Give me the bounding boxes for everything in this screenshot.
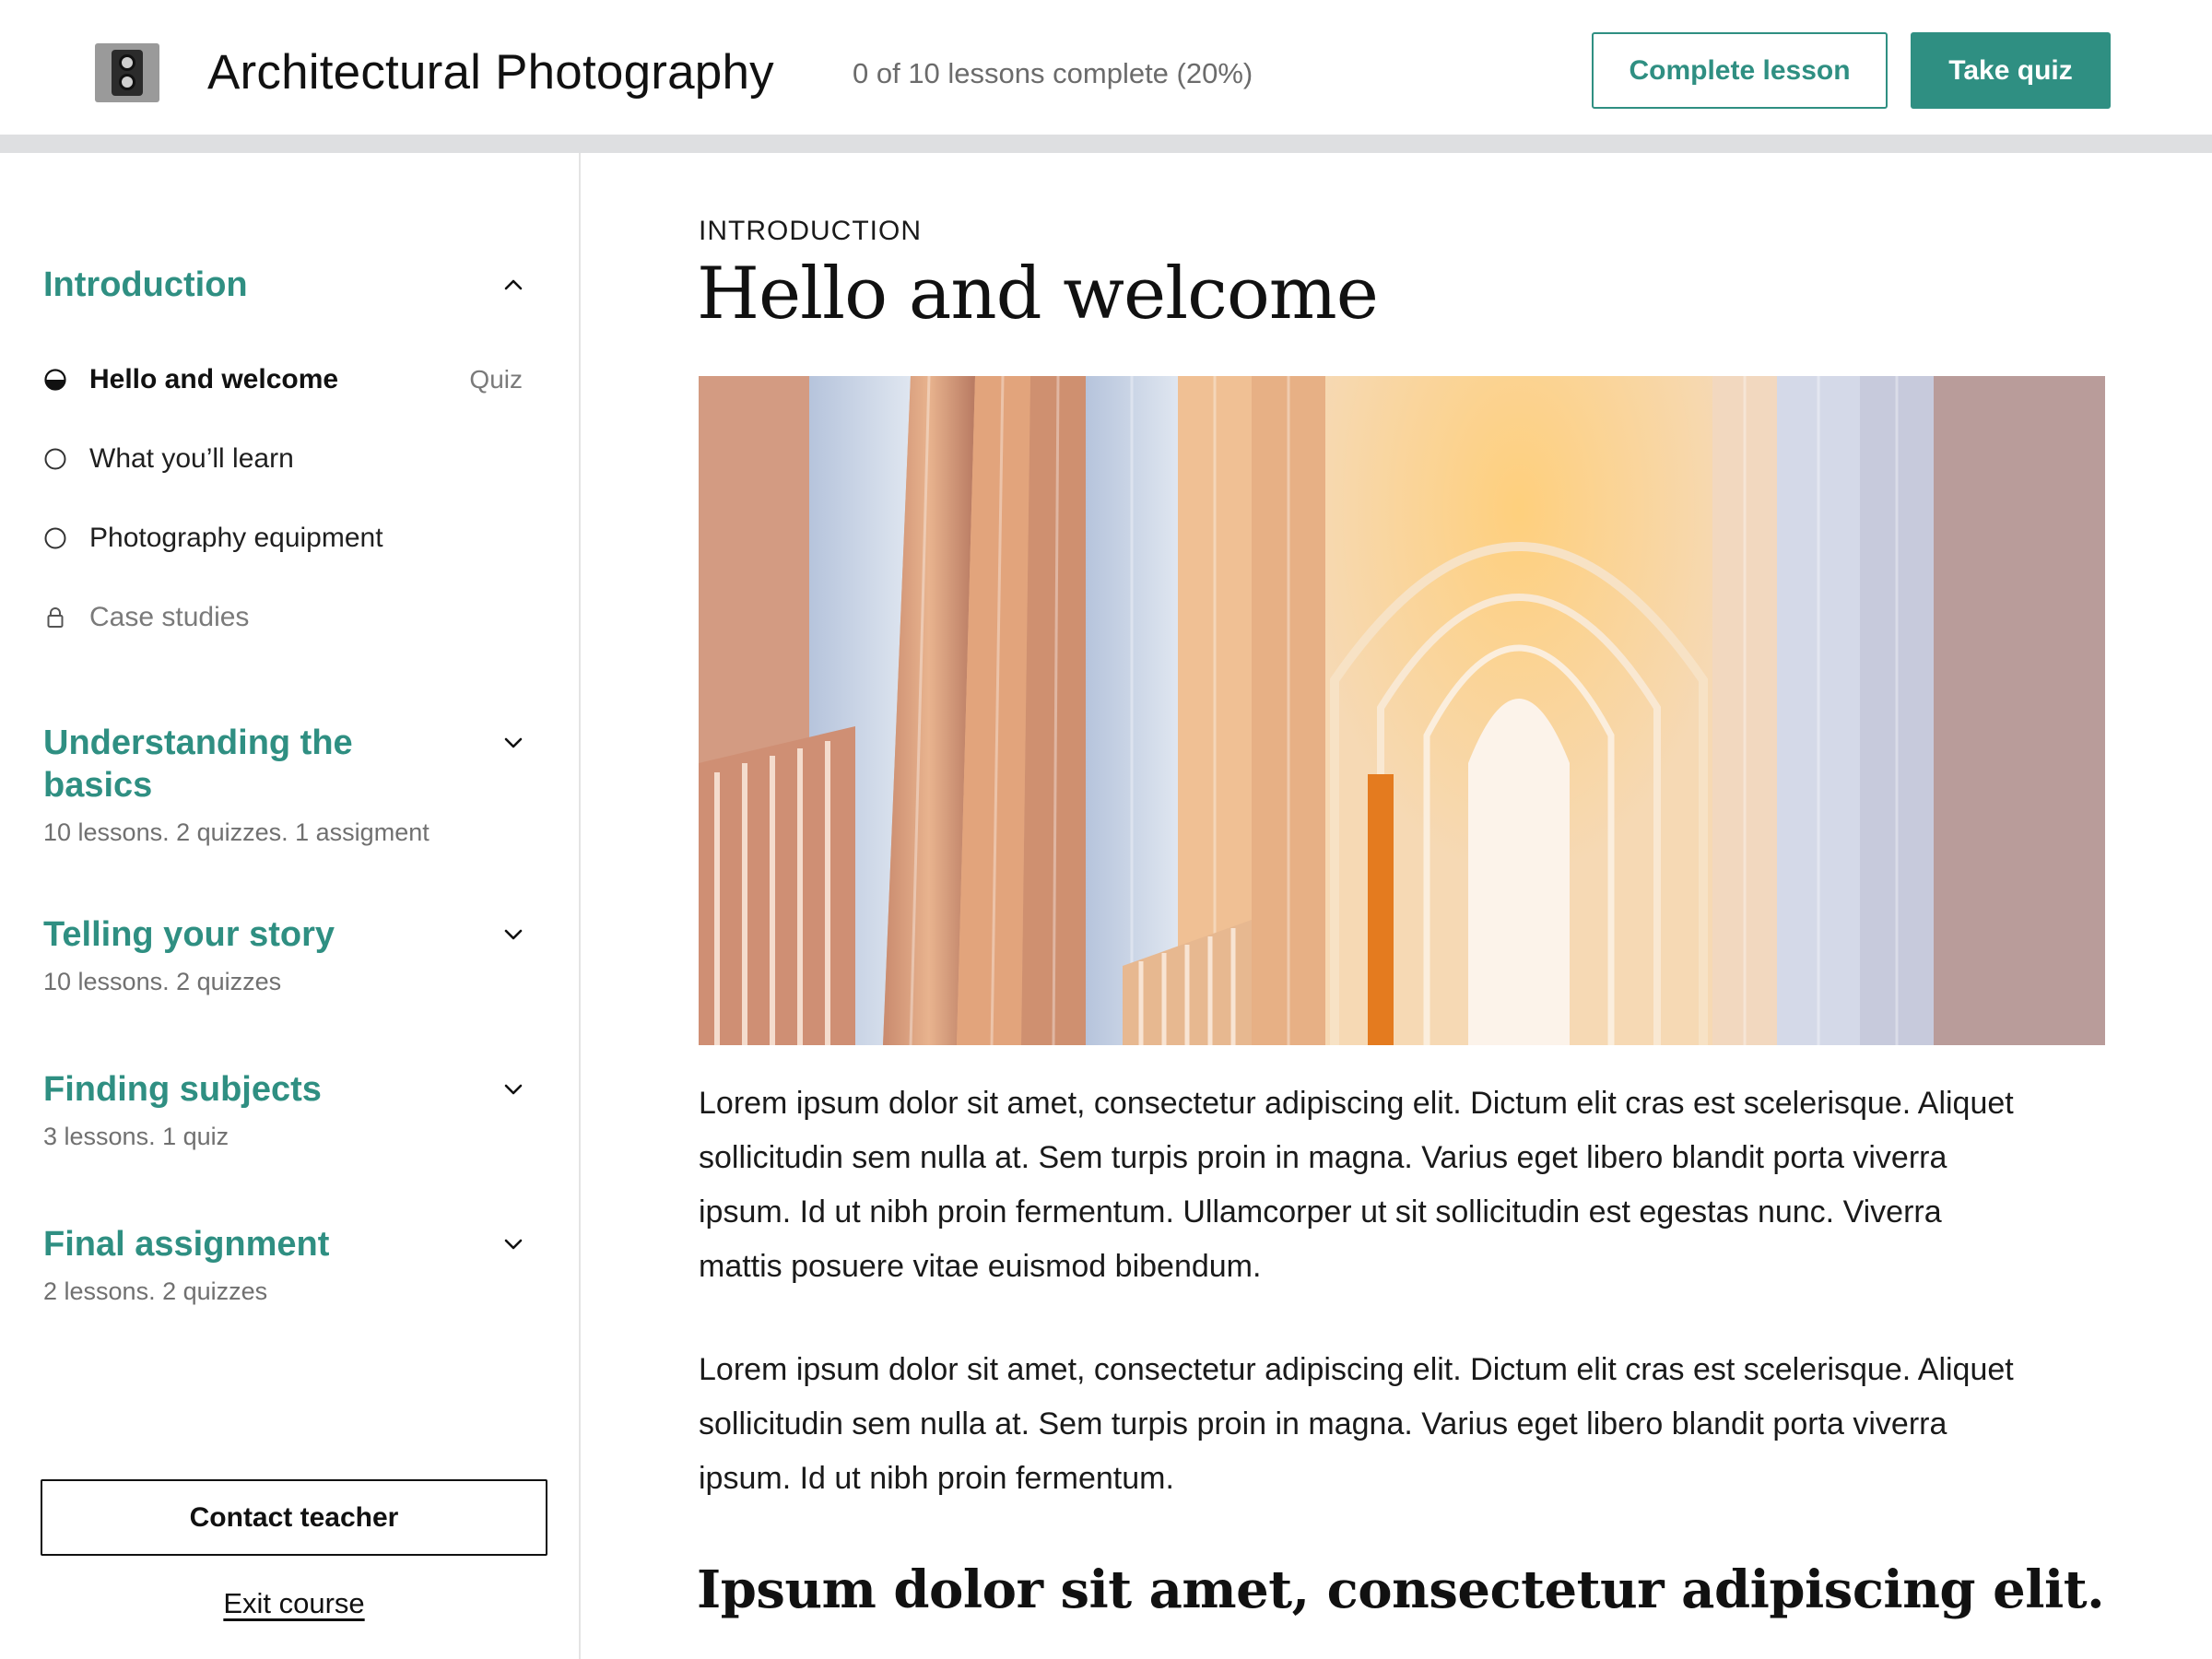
section-meta: 2 lessons. 2 quizzes: [43, 1277, 268, 1305]
lock-icon: [43, 604, 71, 631]
course-title: Architectural Photography: [207, 45, 774, 100]
body-paragraph: Lorem ipsum dolor sit amet, consectetur …: [699, 1352, 2014, 1496]
body-paragraph: Lorem ipsum dolor sit amet, consectetur …: [699, 1086, 2014, 1284]
lesson-item-hello-and-welcome[interactable]: Hello and welcome Quiz: [43, 359, 523, 400]
take-quiz-button[interactable]: Take quiz: [1911, 32, 2111, 109]
section-title: Understanding the basics: [43, 724, 353, 805]
camera-icon: [95, 43, 159, 102]
lesson-label: Hello and welcome: [89, 364, 339, 394]
course-progress-bar: [0, 135, 2212, 153]
contact-teacher-button[interactable]: Contact teacher: [41, 1479, 547, 1556]
top-bar: Architectural Photography 0 of 10 lesson…: [0, 0, 2212, 135]
empty-circle-icon: [43, 524, 71, 552]
lesson-label: What you’ll learn: [89, 443, 294, 474]
chevron-down-icon[interactable]: [495, 722, 532, 764]
chevron-down-icon[interactable]: [495, 1223, 532, 1265]
lesson-title: Hello and welcome: [697, 253, 1379, 335]
chevron-down-icon[interactable]: [495, 913, 532, 956]
section-telling-your-story[interactable]: Telling your story: [43, 913, 532, 956]
section-meta: 3 lessons. 1 quiz: [43, 1123, 229, 1150]
lesson-label: Photography equipment: [89, 523, 383, 553]
empty-circle-icon: [43, 445, 71, 473]
lesson-label: Case studies: [89, 602, 250, 632]
lesson-item-case-studies: Case studies: [43, 597, 523, 638]
complete-lesson-button[interactable]: Complete lesson: [1592, 32, 1888, 109]
section-meta: 10 lessons. 2 quizzes: [43, 968, 282, 995]
lesson-item-photography-equipment[interactable]: Photography equipment: [43, 518, 523, 559]
section-introduction[interactable]: Introduction: [43, 264, 532, 306]
section-title: Final assignment: [43, 1225, 330, 1264]
section-meta: 10 lessons. 2 quizzes. 1 assigment: [43, 818, 429, 846]
section-understanding-the-basics[interactable]: Understanding the basics: [43, 722, 532, 806]
progress-text: 0 of 10 lessons complete (20%): [853, 57, 1253, 89]
quiz-tag: Quiz: [469, 365, 523, 394]
section-title: Finding subjects: [43, 1070, 322, 1109]
lesson-item-what-youll-learn[interactable]: What you’ll learn: [43, 439, 523, 479]
section-title: Introduction: [43, 265, 248, 304]
exit-course-link[interactable]: Exit course: [41, 1587, 547, 1620]
course-outline-sidebar: Introduction Hello and welcome Quiz What…: [0, 153, 581, 1659]
hero-image: [699, 376, 2105, 1045]
section-title: Telling your story: [43, 915, 335, 954]
chevron-down-icon[interactable]: [495, 1068, 532, 1111]
section-finding-subjects[interactable]: Finding subjects: [43, 1068, 532, 1111]
section-eyebrow: INTRODUCTION: [699, 216, 922, 246]
section-final-assignment[interactable]: Final assignment: [43, 1223, 532, 1265]
chevron-up-icon[interactable]: [495, 264, 532, 306]
content-subheading: Ipsum dolor sit amet, consectetur adipis…: [697, 1559, 2105, 1620]
course-progress-fill: [0, 135, 442, 153]
half-circle-progress-icon: [43, 366, 71, 394]
